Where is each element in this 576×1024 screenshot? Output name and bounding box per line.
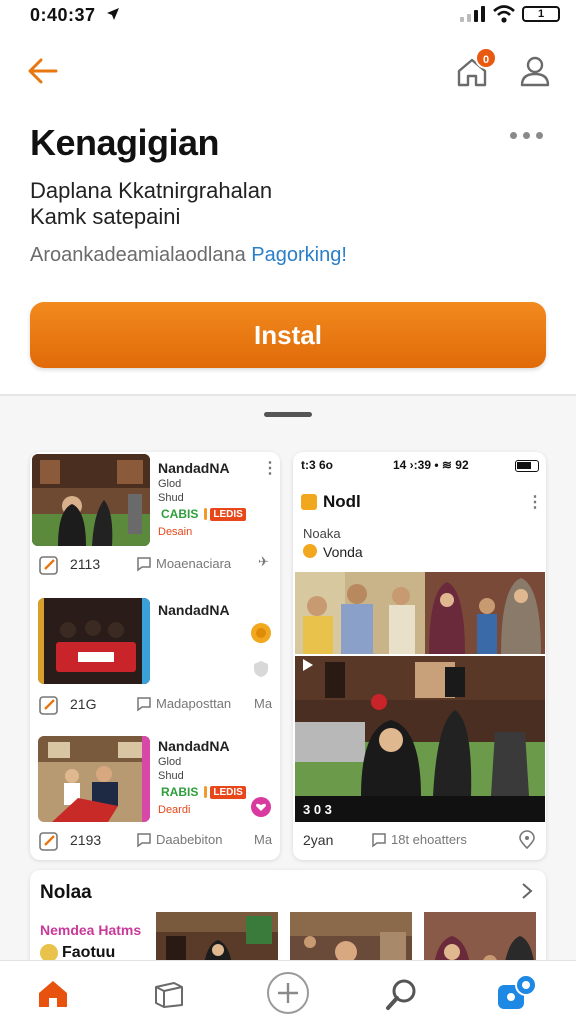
feed-item-comment: Madaposttan — [156, 696, 232, 711]
post-subtitle: Noaka — [303, 526, 341, 541]
chevron-right-icon[interactable] — [520, 882, 534, 900]
coin-icon — [251, 623, 271, 643]
shield-icon — [254, 661, 268, 677]
back-arrow-icon[interactable] — [26, 54, 60, 88]
post-title: Nodl — [323, 492, 361, 511]
feed-item-tags: CABIS LEDIS — [158, 506, 246, 522]
tag-separator — [204, 508, 208, 520]
post-footer-left: 2yan — [303, 832, 334, 848]
feed-item-title: NandadNA — [158, 738, 230, 754]
featured-title: Nolaa — [40, 882, 92, 903]
comment-icon[interactable] — [136, 832, 152, 848]
heart-badge-icon[interactable] — [250, 796, 272, 818]
play-icon[interactable] — [301, 658, 315, 672]
feed-item-extra: ✈ — [258, 554, 269, 569]
post-menu-icon[interactable]: ⋮ — [527, 492, 543, 512]
post-preview-card[interactable]: t:3 6o 14 ›:39 • ≋ 92 Nodl ⋮ Noaka Vonda — [293, 452, 546, 860]
post-app-icon — [301, 494, 317, 510]
edit-icon[interactable] — [38, 554, 60, 576]
tagline-link[interactable]: Pagorking! — [251, 244, 347, 266]
bottom-navigation — [0, 960, 576, 1024]
feed-item-comment: Daabebiton — [156, 832, 223, 847]
tag-primary: RABIS — [161, 785, 199, 799]
drag-handle[interactable] — [264, 412, 312, 417]
app-tagline: Aroankadeamialaodlana Pagorking! — [30, 244, 347, 267]
nav-search-icon[interactable] — [384, 977, 420, 1011]
feed-list-card: NandadNA ⋮ Glod Shud CABIS LEDIS Desain … — [30, 452, 280, 860]
install-button[interactable]: Instal — [30, 302, 546, 368]
media-counter: 3 0 3 — [303, 802, 332, 817]
comment-icon[interactable] — [136, 696, 152, 712]
feed-item-extra: Ma — [254, 832, 273, 847]
feed-item[interactable]: NandadNA Glod Shud RABIS LEDIS Deardi 21… — [30, 732, 280, 860]
feed-item-count: 2193 — [70, 832, 102, 848]
tag-secondary: LEDIS — [210, 785, 246, 799]
feed-item-price: Desain — [158, 526, 193, 538]
feed-item-title: NandadNA — [158, 602, 230, 618]
tagline-text: Aroankadeamialaodlana — [30, 244, 252, 266]
location-pin-icon[interactable] — [517, 830, 537, 850]
feed-item-price: Deardi — [158, 804, 191, 816]
feed-item-thumbnail — [38, 598, 150, 684]
feed-item-thumbnail — [32, 454, 150, 546]
nav-library-icon[interactable] — [152, 979, 188, 1009]
feed-item-extra: Ma — [254, 696, 273, 711]
feed-item-title: NandadNA — [158, 460, 230, 476]
user-icon[interactable] — [518, 54, 552, 88]
featured-label: Nemdea Hatms — [40, 922, 142, 938]
feed-item[interactable]: NandadNA 21G Madaposttan Ma — [30, 592, 280, 728]
signal-icon — [460, 6, 485, 22]
preview-battery-icon — [515, 460, 539, 472]
post-photo[interactable] — [295, 572, 545, 822]
tag-primary: CABIS — [161, 507, 199, 521]
feed-item-count: 21G — [70, 696, 97, 712]
feed-item-count: 2113 — [70, 556, 101, 572]
notification-badge: 0 — [475, 47, 497, 69]
app-title: Kenagigian — [30, 122, 220, 163]
preview-status-time: t:3 6o — [301, 458, 334, 472]
post-author-avatar — [303, 544, 317, 558]
feed-item-menu-icon[interactable]: ⋮ — [262, 458, 278, 478]
edit-icon[interactable] — [38, 694, 60, 716]
location-arrow-icon — [107, 8, 119, 20]
feed-item-line2: Shud — [158, 492, 184, 504]
wifi-icon — [493, 5, 515, 23]
nav-home-icon[interactable] — [36, 979, 70, 1009]
feed-item[interactable]: NandadNA ⋮ Glod Shud CABIS LEDIS Desain … — [30, 452, 280, 588]
post-author: Vonda — [323, 544, 363, 560]
tag-secondary: LEDIS — [210, 507, 246, 521]
feed-item-line1: Glod — [158, 478, 182, 490]
more-options-icon[interactable] — [510, 132, 543, 139]
nav-add-icon[interactable] — [266, 971, 310, 1015]
post-footer-comment: 18t ehoatters — [391, 832, 467, 847]
preview-status-right: 14 ›:39 • ≋ 92 — [393, 458, 469, 472]
feed-item-comment: Moaenaciara — [156, 556, 232, 571]
comment-icon[interactable] — [136, 556, 152, 572]
comment-icon[interactable] — [371, 832, 387, 848]
feed-item-line2: Shud — [158, 770, 184, 782]
feed-item-thumbnail — [38, 736, 150, 822]
app-description-line1: Daplana Kkatnirgrahalan — [30, 178, 273, 203]
feed-item-tags: RABIS LEDIS — [158, 784, 246, 800]
feed-item-line1: Glod — [158, 756, 182, 768]
status-bar: 0:40:37 1 — [0, 0, 576, 30]
battery-icon: 1 — [522, 6, 560, 22]
status-time: 0:40:37 — [30, 5, 96, 25]
edit-icon[interactable] — [38, 830, 60, 852]
nav-community-icon[interactable] — [496, 973, 538, 1013]
app-description-line2: Kamk satepaini — [30, 204, 181, 229]
tag-separator — [204, 786, 208, 798]
